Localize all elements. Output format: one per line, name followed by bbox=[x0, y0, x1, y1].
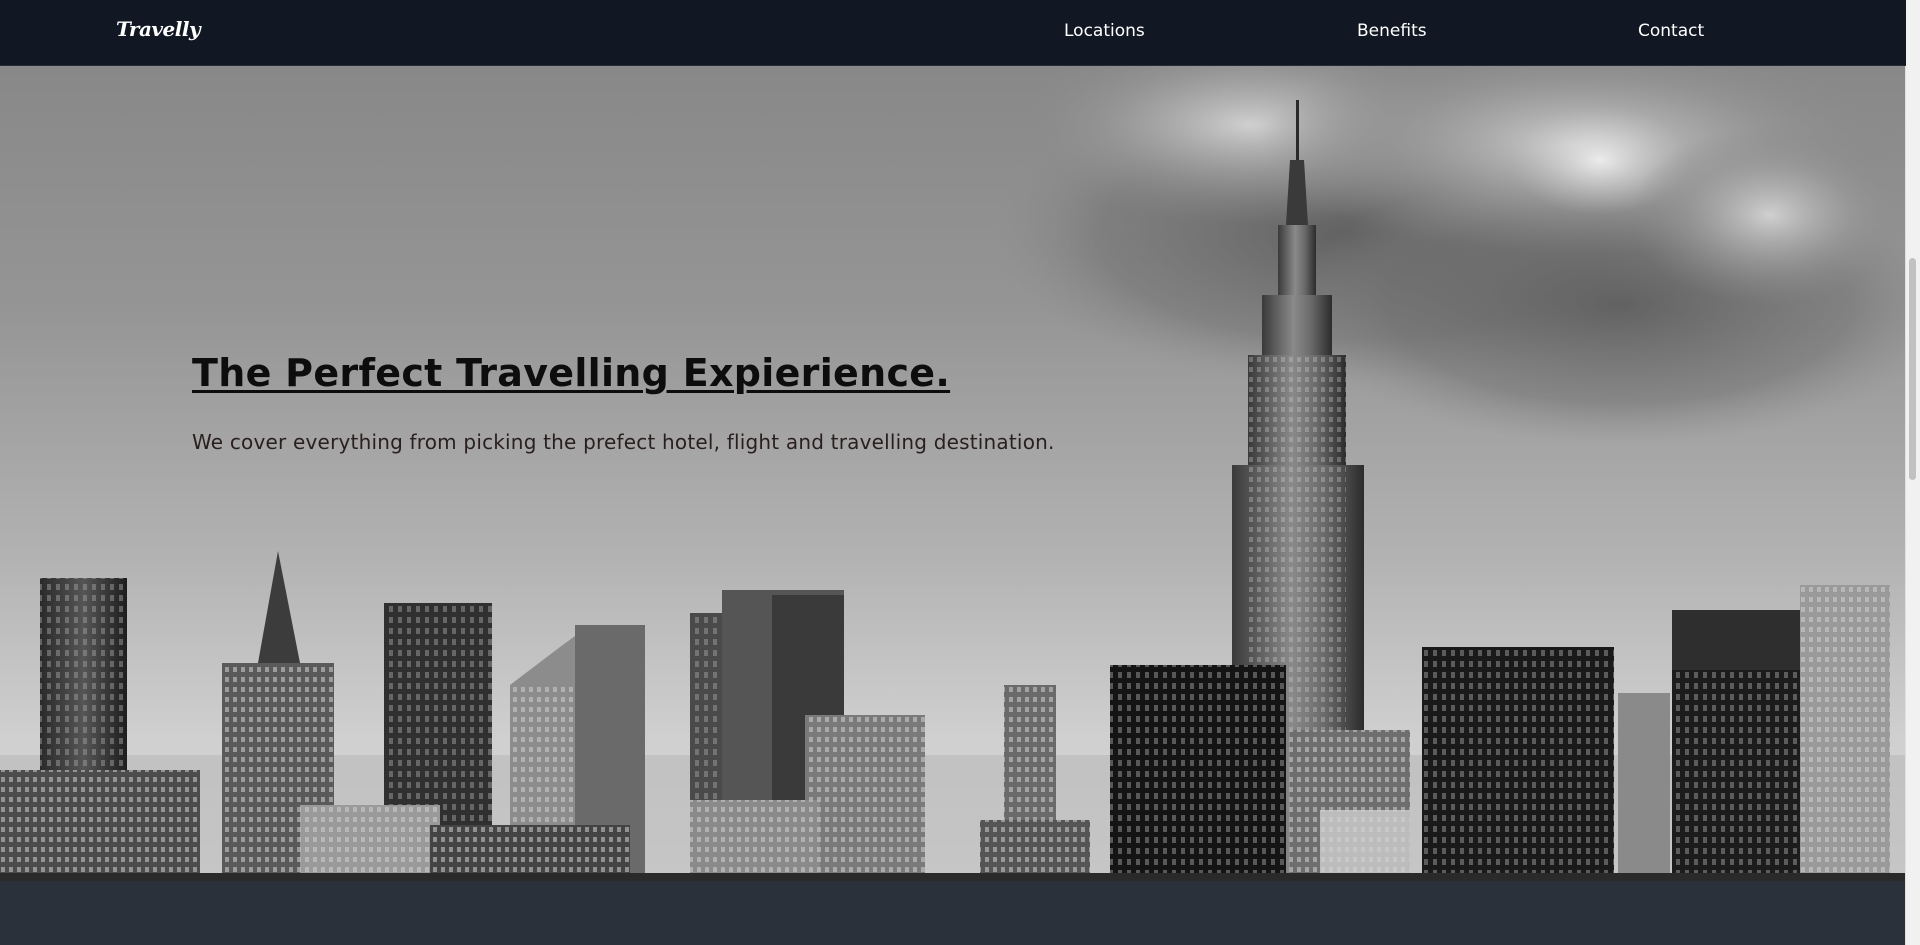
city-skyline-image bbox=[0, 65, 1906, 881]
scrollbar-thumb[interactable] bbox=[1909, 258, 1916, 480]
hero-section: The Perfect Travelling Expierience. We c… bbox=[0, 65, 1906, 881]
next-section bbox=[0, 881, 1906, 945]
hero-title: The Perfect Travelling Expierience. bbox=[192, 351, 951, 395]
nav-link-locations[interactable]: Locations bbox=[1064, 21, 1145, 41]
navbar: Travelly Locations Benefits Contact bbox=[0, 0, 1906, 66]
hero-subtitle: We cover everything from picking the pre… bbox=[192, 430, 1055, 454]
brand-logo[interactable]: Travelly bbox=[116, 17, 201, 41]
vertical-scrollbar[interactable] bbox=[1905, 0, 1920, 945]
nav-link-contact[interactable]: Contact bbox=[1638, 21, 1704, 41]
page: Travelly Locations Benefits Contact The … bbox=[0, 0, 1920, 945]
nav-link-benefits[interactable]: Benefits bbox=[1357, 21, 1427, 41]
